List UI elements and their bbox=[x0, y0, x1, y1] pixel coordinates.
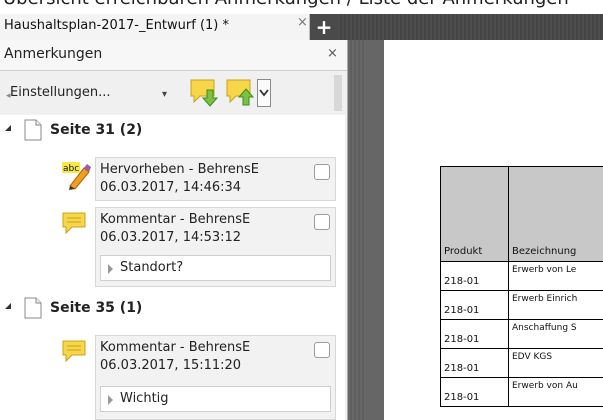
column-header: Produkt bbox=[440, 166, 509, 262]
panel-title: Anmerkungen bbox=[4, 46, 103, 62]
document-view[interactable]: Produkt Bezeichnung 218-01 Erwerb von Le… bbox=[348, 40, 603, 420]
document-tab-bar: Haushaltsplan-2017-_Entwurf (1) * × + bbox=[0, 14, 603, 40]
panel-close-icon[interactable]: × bbox=[327, 46, 338, 61]
collapse-triangle-icon[interactable] bbox=[5, 125, 11, 131]
annotation-timestamp: 06.03.2017, 15:11:20 bbox=[100, 358, 242, 373]
new-tab-button[interactable]: + bbox=[314, 17, 334, 37]
tab-bar-background bbox=[338, 14, 603, 40]
annotation-title: Kommentar - BehrensE bbox=[100, 212, 251, 227]
settings-button[interactable]: Einstellungen... bbox=[10, 85, 111, 100]
table-row: 218-01 Erwerb Einrich bbox=[440, 290, 603, 320]
collapse-triangle-icon[interactable] bbox=[5, 303, 11, 309]
table-cell: 218-01 bbox=[440, 290, 509, 320]
page-label: Seite 31 (2) bbox=[50, 122, 143, 138]
previous-annotation-button[interactable] bbox=[224, 77, 258, 109]
chevron-down-icon bbox=[259, 89, 269, 97]
toolbar-more-dropdown[interactable] bbox=[257, 79, 271, 107]
table-cell: 218-01 bbox=[440, 319, 509, 349]
table-row: 218-01 Erwerb von Au bbox=[440, 377, 603, 407]
annotation-title: Hervorheben - BehrensE bbox=[100, 162, 260, 177]
annotation-item[interactable]: abc Hervorheben - BehrensE 06.03.2017, 1… bbox=[62, 157, 336, 201]
table-cell: 218-01 bbox=[440, 348, 509, 378]
annotation-checkbox[interactable] bbox=[314, 342, 330, 358]
table-cell: EDV KGS bbox=[508, 348, 603, 378]
table-cell: 218-01 bbox=[440, 261, 509, 291]
reply-text: Wichtig bbox=[120, 391, 169, 406]
page-group-31[interactable]: Seite 31 (2) bbox=[0, 115, 345, 147]
cropped-heading: Übersicht erreichbaren Anmerkungen / Lis… bbox=[0, 0, 603, 14]
comment-arrow-up-icon bbox=[226, 79, 255, 106]
annotations-panel: Anmerkungen × ◂ Einstellungen... ▾ Seite… bbox=[0, 40, 348, 420]
panel-header: Anmerkungen × bbox=[0, 40, 347, 71]
table-cell: Anschaffung S bbox=[508, 319, 603, 349]
budget-table: Produkt Bezeichnung 218-01 Erwerb von Le… bbox=[440, 166, 603, 407]
annotation-checkbox[interactable] bbox=[314, 164, 330, 180]
annotations-toolbar: ◂ Einstellungen... ▾ bbox=[0, 71, 347, 115]
annotation-timestamp: 06.03.2017, 14:53:12 bbox=[100, 230, 242, 245]
annotation-timestamp: 06.03.2017, 14:46:34 bbox=[100, 180, 242, 195]
table-row: 218-01 Erwerb von Le bbox=[440, 261, 603, 291]
document-tab[interactable]: Haushaltsplan-2017-_Entwurf (1) * × bbox=[0, 14, 310, 40]
annotation-item[interactable]: Kommentar - BehrensE 06.03.2017, 14:53:1… bbox=[62, 207, 336, 287]
tab-close-icon[interactable]: × bbox=[297, 15, 308, 30]
reply-text: Standort? bbox=[120, 260, 184, 275]
column-header: Bezeichnung bbox=[508, 166, 603, 262]
comment-icon bbox=[62, 212, 86, 235]
table-header-row: Produkt Bezeichnung bbox=[440, 166, 603, 262]
table-cell: 218-01 bbox=[440, 377, 509, 407]
table-row: 218-01 Anschaffung S bbox=[440, 319, 603, 349]
annotation-reply[interactable]: Wichtig bbox=[100, 386, 331, 412]
comment-arrow-down-icon bbox=[190, 79, 219, 107]
table-cell: Erwerb von Le bbox=[508, 261, 603, 291]
document-gutter bbox=[348, 40, 366, 420]
page-icon bbox=[24, 297, 42, 319]
page-group-35[interactable]: Seite 35 (1) bbox=[0, 293, 345, 325]
cropped-heading-text: Übersicht erreichbaren Anmerkungen / Lis… bbox=[3, 0, 569, 9]
page-icon bbox=[24, 119, 42, 141]
table-cell: Erwerb Einrich bbox=[508, 290, 603, 320]
expand-triangle-icon[interactable] bbox=[108, 395, 113, 405]
annotation-item[interactable]: Kommentar - BehrensE 06.03.2017, 15:11:2… bbox=[62, 335, 336, 420]
comment-icon bbox=[62, 340, 86, 363]
annotation-tree: Seite 31 (2) abc Hervorheben - BehrensE … bbox=[0, 115, 345, 420]
expand-triangle-icon[interactable] bbox=[108, 264, 113, 274]
table-cell: Erwerb von Au bbox=[508, 377, 603, 407]
annotation-reply[interactable]: Standort? bbox=[100, 255, 331, 281]
next-annotation-button[interactable] bbox=[188, 77, 222, 109]
table-row: 218-01 EDV KGS bbox=[440, 348, 603, 378]
toolbar-scroll-handle[interactable] bbox=[334, 75, 342, 111]
annotation-checkbox[interactable] bbox=[314, 214, 330, 230]
page-label: Seite 35 (1) bbox=[50, 300, 143, 316]
settings-dropdown-icon[interactable]: ▾ bbox=[162, 89, 167, 100]
highlight-icon: abc bbox=[62, 162, 91, 190]
annotation-title: Kommentar - BehrensE bbox=[100, 340, 251, 355]
document-tab-title: Haushaltsplan-2017-_Entwurf (1) * bbox=[4, 18, 229, 33]
document-page[interactable]: Produkt Bezeichnung 218-01 Erwerb von Le… bbox=[384, 40, 603, 420]
svg-text:abc: abc bbox=[63, 164, 79, 174]
